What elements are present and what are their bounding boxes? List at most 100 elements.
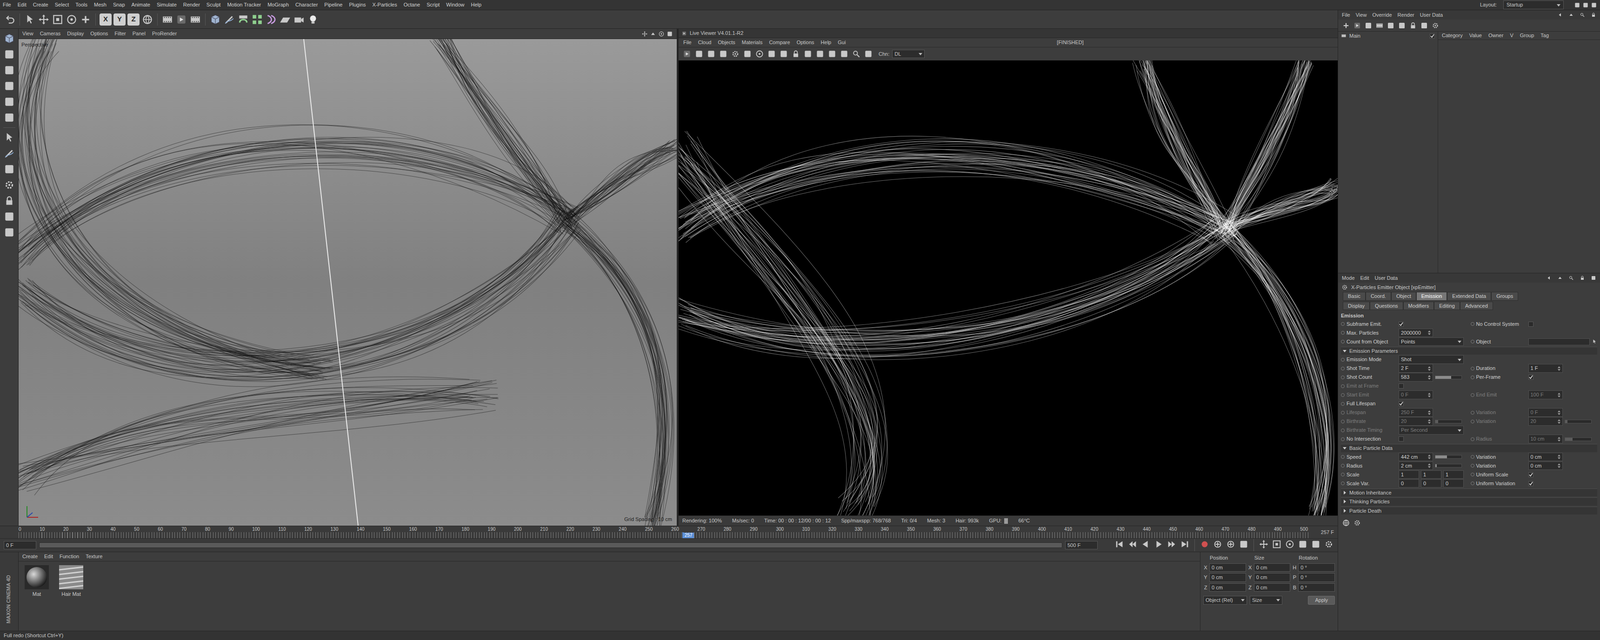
rotate-icon[interactable] xyxy=(658,30,665,38)
search-icon[interactable] xyxy=(1579,12,1586,18)
pen-icon[interactable] xyxy=(3,147,16,160)
spinner-icon[interactable] xyxy=(1427,454,1431,460)
spinner-icon[interactable] xyxy=(1427,463,1431,469)
spinner-icon[interactable] xyxy=(1427,393,1431,398)
arrow-icon[interactable] xyxy=(23,13,36,26)
keyframe-dot[interactable] xyxy=(1340,420,1345,424)
lock-icon[interactable] xyxy=(1579,275,1586,281)
keyframe-dot[interactable] xyxy=(1340,358,1345,362)
last-icon[interactable] xyxy=(1179,539,1190,550)
current-frame-marker[interactable]: 257 xyxy=(682,532,694,539)
array-icon[interactable] xyxy=(251,13,264,26)
next-icon[interactable] xyxy=(1166,539,1177,550)
spinner-icon[interactable] xyxy=(1557,366,1561,372)
arrow-icon[interactable] xyxy=(3,131,16,144)
coordinate-field[interactable]: 0 cm xyxy=(1209,573,1247,583)
coordinate-dropdown[interactable]: Object (Rel) xyxy=(1203,596,1247,606)
live-viewer-menu-item[interactable]: Cloud xyxy=(698,38,712,47)
column-header[interactable]: Category xyxy=(1441,31,1463,40)
column-header[interactable]: V xyxy=(1509,31,1514,40)
lock-icon[interactable] xyxy=(1590,12,1597,18)
first-icon[interactable] xyxy=(1114,539,1125,550)
gear-icon[interactable] xyxy=(1431,21,1440,30)
spinner-icon[interactable] xyxy=(1427,375,1431,380)
menu-item[interactable]: File xyxy=(2,0,12,9)
attribute-menu-item[interactable]: Mode xyxy=(1341,274,1355,283)
keyframe-dot[interactable] xyxy=(1470,473,1475,477)
viewport-menu-item[interactable]: Options xyxy=(90,29,108,38)
checkbox[interactable] xyxy=(1528,321,1534,327)
box-icon[interactable] xyxy=(3,210,16,223)
value-field[interactable]: 1 xyxy=(1398,470,1420,480)
coordinate-field[interactable]: 0 ° xyxy=(1298,573,1335,583)
keyframe-dot[interactable] xyxy=(1340,402,1345,407)
lock-icon[interactable] xyxy=(791,49,801,59)
axis-lock-button[interactable]: X xyxy=(99,13,112,26)
value-field[interactable]: 0 cm xyxy=(1528,453,1563,462)
checkbox[interactable] xyxy=(1528,472,1534,478)
live-viewer-menu-item[interactable]: File xyxy=(683,38,692,47)
value-field[interactable]: 1 xyxy=(1420,470,1442,480)
frame-range-slider[interactable] xyxy=(39,542,1063,549)
take-menu-item[interactable]: User Data xyxy=(1420,11,1444,20)
coordinate-dropdown[interactable]: Size xyxy=(1249,596,1283,606)
attribute-field[interactable]: No Intersection xyxy=(1340,434,1468,444)
viewport-menu-item[interactable]: Display xyxy=(66,29,84,38)
checkbox[interactable] xyxy=(1398,401,1404,407)
menu-item[interactable]: Sculpt xyxy=(206,0,221,9)
value-field[interactable]: Points xyxy=(1398,337,1464,347)
attribute-field[interactable]: Subframe Emit. xyxy=(1340,320,1468,329)
record-icon[interactable] xyxy=(1199,539,1210,550)
box-icon[interactable] xyxy=(766,49,777,59)
box-icon[interactable] xyxy=(742,49,753,59)
attribute-field[interactable]: Radius2 cm xyxy=(1340,461,1468,471)
value-field[interactable]: 442 cm xyxy=(1398,453,1434,462)
menu-item[interactable]: Animate xyxy=(131,0,151,9)
film-icon[interactable] xyxy=(189,13,202,26)
menu-item[interactable]: Render xyxy=(183,0,200,9)
film-icon[interactable] xyxy=(1375,21,1384,30)
expanded-arrow-icon[interactable] xyxy=(1342,349,1347,354)
attribute-tab[interactable]: Editing xyxy=(1433,301,1460,311)
value-field[interactable]: 0 xyxy=(1443,479,1464,489)
viewport-menu-item[interactable]: Cameras xyxy=(40,29,61,38)
live-viewer-menu-item[interactable]: Help xyxy=(820,38,832,47)
menu-item[interactable]: Motion Tracker xyxy=(226,0,261,9)
group-header[interactable]: Basic Particle Data xyxy=(1340,444,1598,453)
menu-item[interactable]: Snap xyxy=(113,0,126,9)
live-viewer-menu-item[interactable]: Gui xyxy=(837,38,846,47)
prev-icon[interactable] xyxy=(1127,539,1138,550)
keyframe-dot[interactable] xyxy=(1340,393,1345,398)
group-header[interactable]: Motion Inheritance xyxy=(1340,488,1598,498)
menu-item[interactable]: Plugins xyxy=(348,0,366,9)
menu-item[interactable]: Pipeline xyxy=(324,0,343,9)
coordinate-field[interactable]: 0 cm xyxy=(1253,573,1291,583)
keyframe-dot[interactable] xyxy=(1470,322,1475,327)
box-icon[interactable] xyxy=(1573,1,1581,9)
spinner-icon[interactable] xyxy=(1427,330,1431,336)
spinner-icon[interactable] xyxy=(1557,393,1561,398)
attribute-menu-item[interactable]: Edit xyxy=(1360,274,1370,283)
value-field[interactable]: 2 cm xyxy=(1398,461,1434,471)
globe-icon[interactable] xyxy=(1341,519,1351,528)
light-icon[interactable] xyxy=(306,13,320,26)
value-field[interactable]: 0 cm xyxy=(1528,461,1563,471)
channel-dropdown[interactable]: DL xyxy=(892,49,925,59)
rotate-icon[interactable] xyxy=(65,13,78,26)
pen-icon[interactable] xyxy=(223,13,236,26)
box-icon[interactable] xyxy=(3,80,16,93)
spinner-icon[interactable] xyxy=(1557,419,1561,425)
viewport-menu-item[interactable]: Filter xyxy=(114,29,126,38)
material-menu-item[interactable]: Edit xyxy=(44,553,54,561)
group-header[interactable]: Emission Parameters xyxy=(1340,346,1598,356)
box-icon[interactable] xyxy=(1582,1,1589,9)
up-icon[interactable] xyxy=(1568,12,1574,18)
value-field[interactable]: Shot xyxy=(1398,355,1464,365)
menu-item[interactable]: Edit xyxy=(17,0,27,9)
collapsed-arrow-icon[interactable] xyxy=(1342,509,1347,514)
box-icon[interactable] xyxy=(827,49,837,59)
cube-icon[interactable] xyxy=(209,13,222,26)
box-icon[interactable] xyxy=(1364,21,1373,30)
attribute-tab[interactable]: Basic xyxy=(1342,292,1366,301)
keyframe-dot[interactable] xyxy=(1470,411,1475,415)
